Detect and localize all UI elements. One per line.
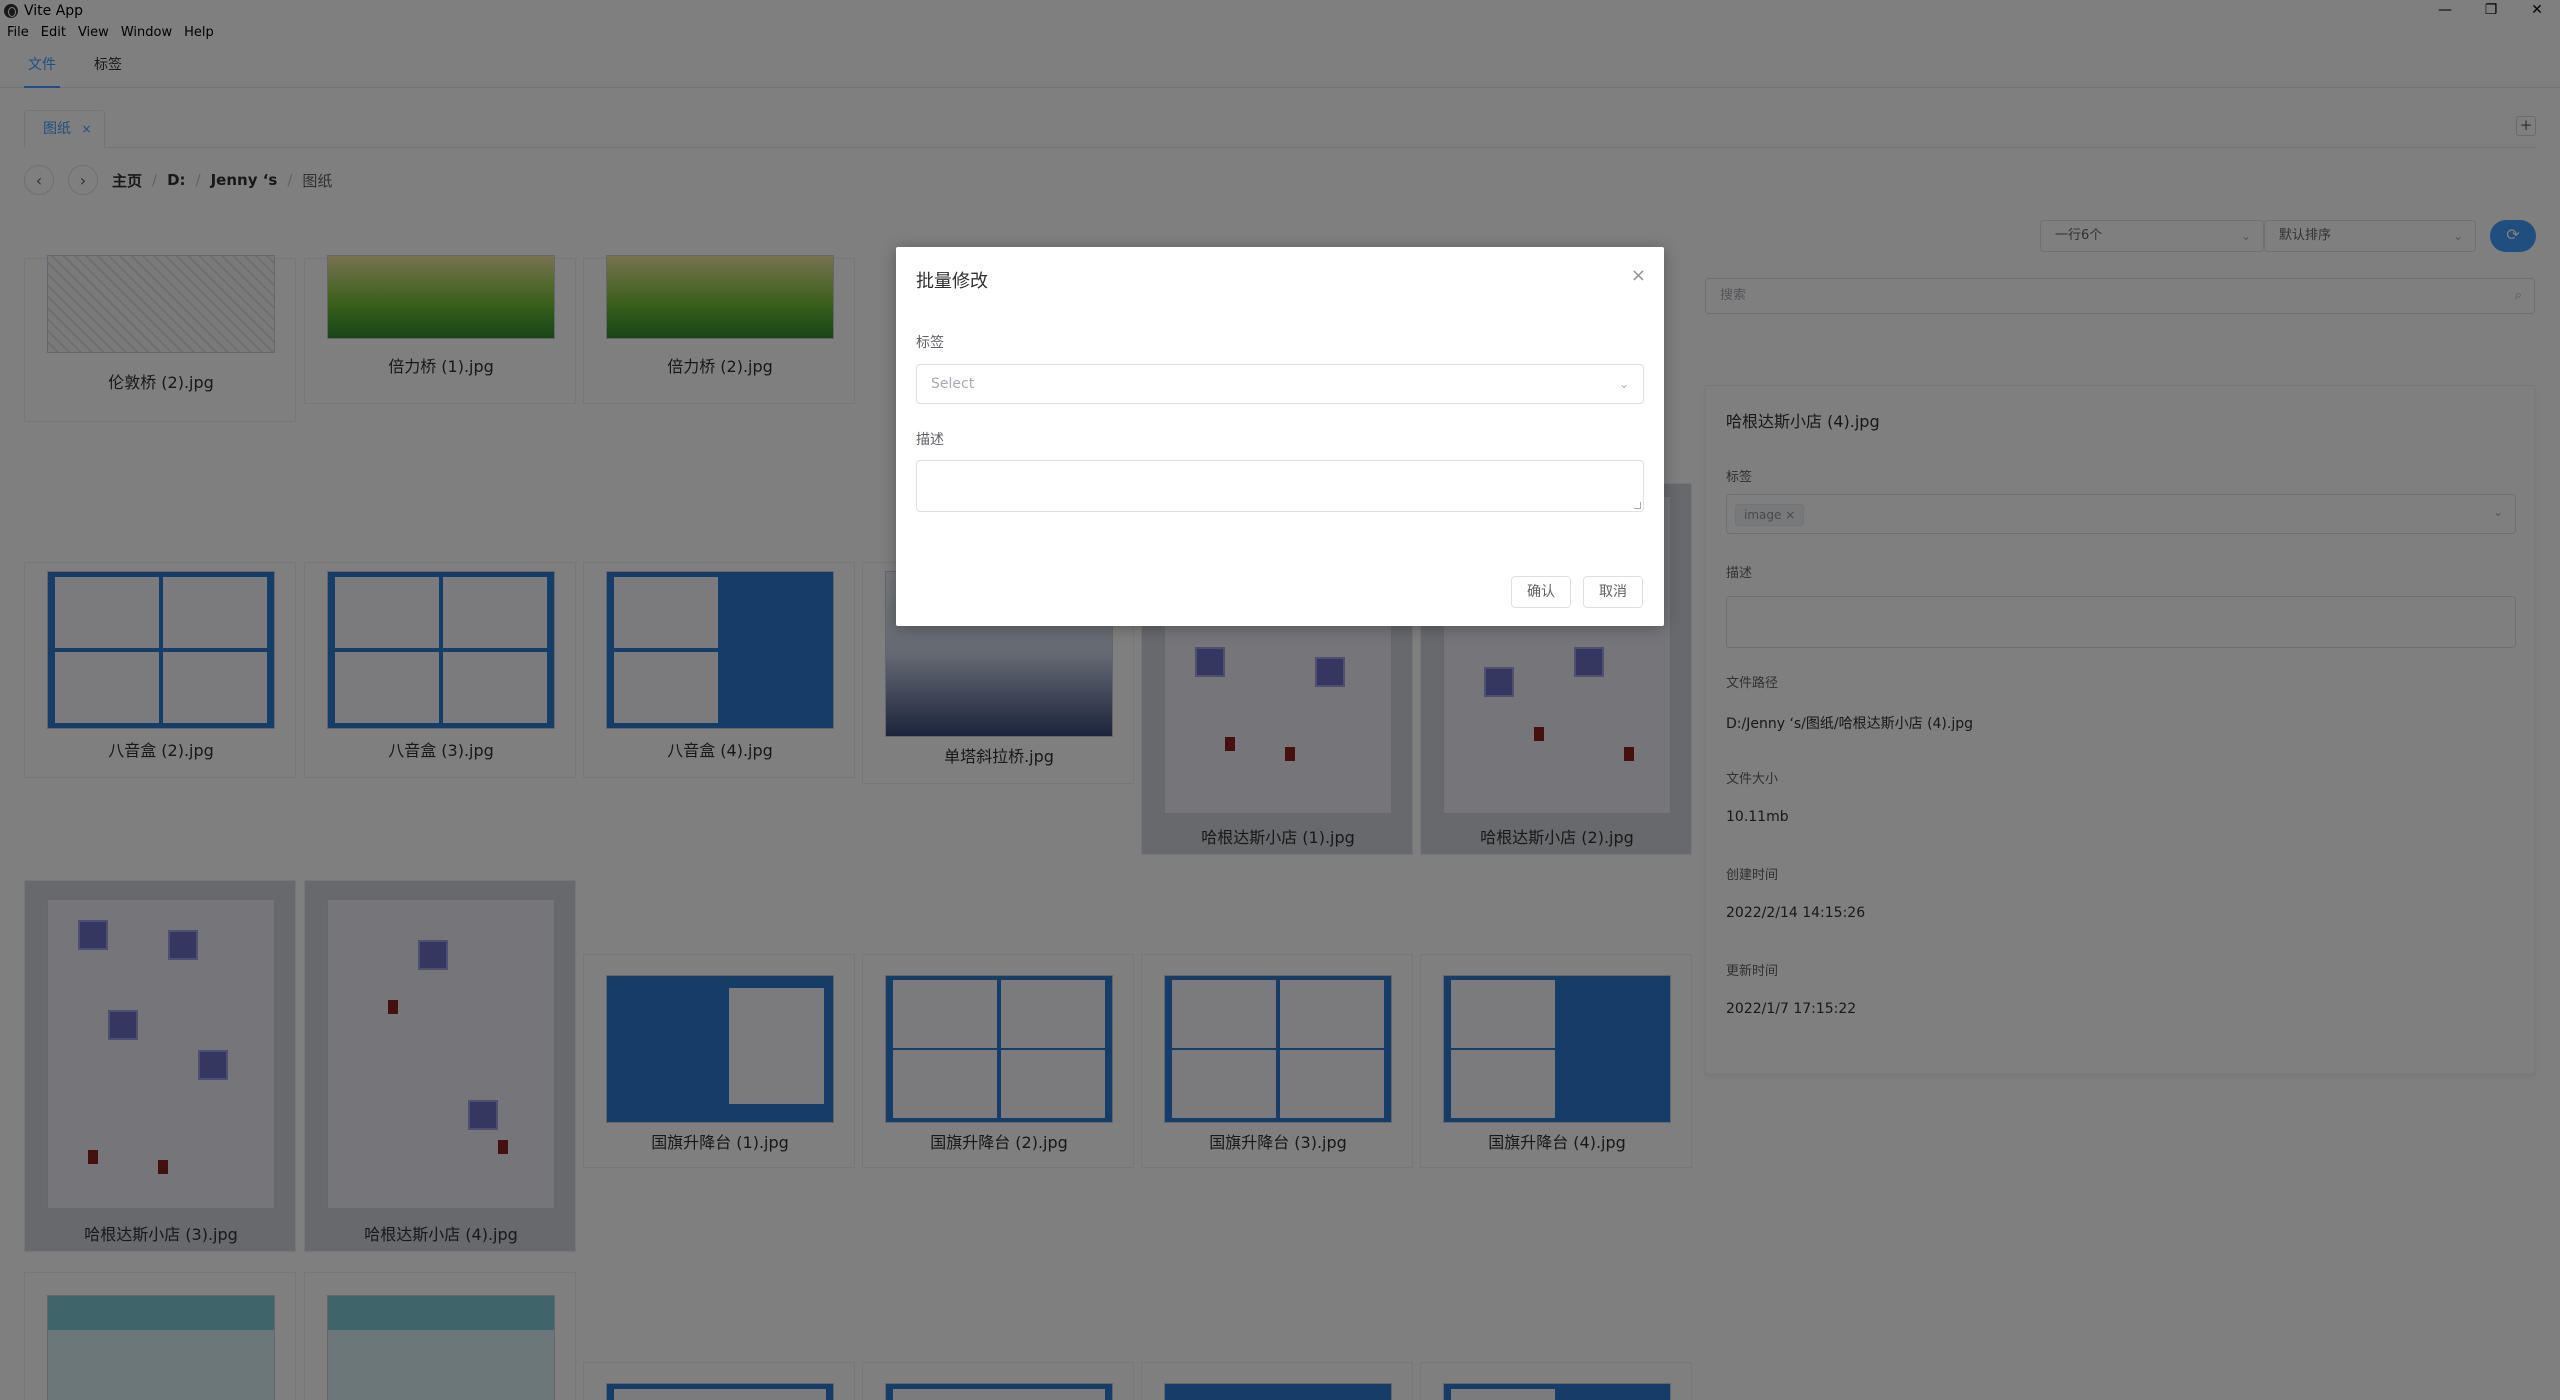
description-textarea[interactable] <box>916 460 1644 512</box>
chevron-down-icon: ⌄ <box>1618 377 1629 391</box>
tags-select[interactable]: Select ⌄ <box>916 364 1644 404</box>
dialog-tags-label: 标签 <box>916 335 944 351</box>
close-icon[interactable]: × <box>1631 265 1646 286</box>
dialog-title: 批量修改 <box>916 271 988 292</box>
tags-select-placeholder: Select <box>931 376 975 392</box>
confirm-button[interactable]: 确认 <box>1511 576 1571 608</box>
cancel-button[interactable]: 取消 <box>1583 576 1643 608</box>
modal-overlay[interactable] <box>0 0 2560 1400</box>
batch-edit-dialog: 批量修改 × 标签 Select ⌄ 描述 确认 取消 <box>896 247 1664 626</box>
dialog-desc-label: 描述 <box>916 432 944 448</box>
